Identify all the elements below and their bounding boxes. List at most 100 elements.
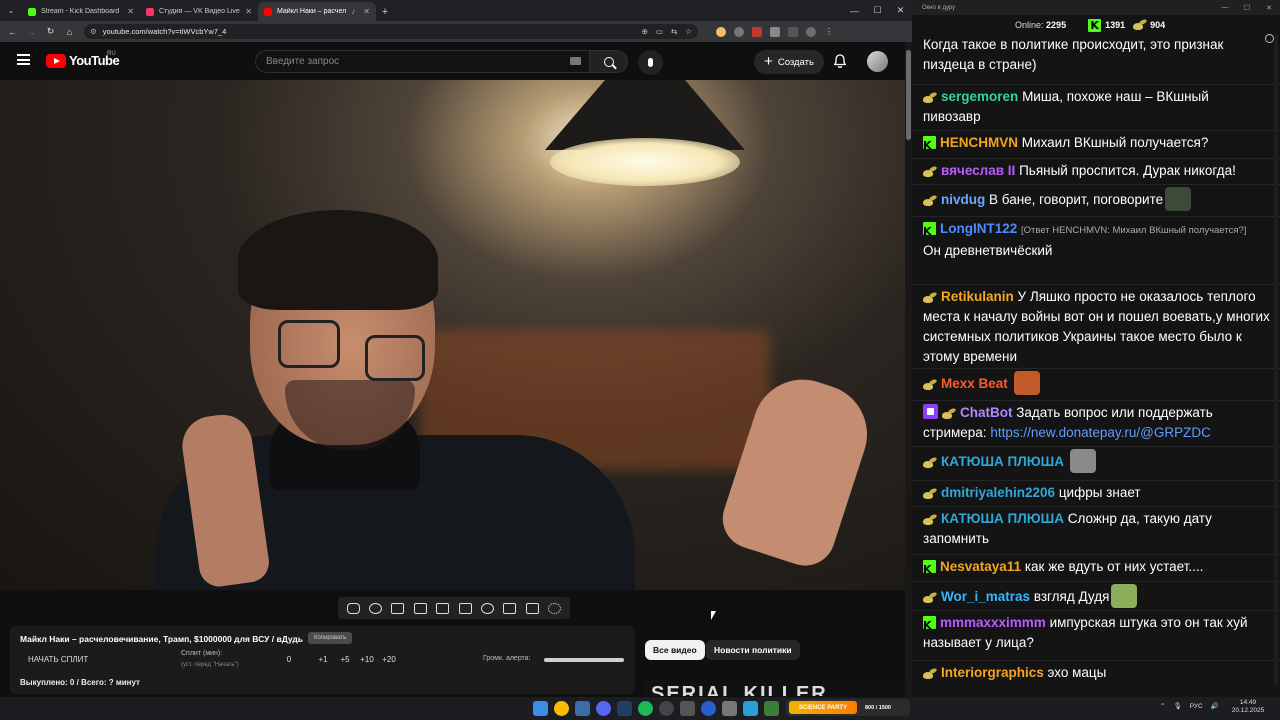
video-player[interactable] <box>0 80 905 590</box>
obs-icon[interactable] <box>659 701 674 716</box>
broadcast-icon[interactable] <box>369 602 383 614</box>
chat-username[interactable]: КАТЮША ПЛЮША <box>941 454 1064 469</box>
notifications-bell-icon[interactable] <box>833 54 847 68</box>
add-frame-icon[interactable] <box>503 602 517 614</box>
chat-username[interactable]: HENCHMVN <box>940 135 1018 150</box>
app-icon[interactable] <box>764 701 779 716</box>
clapper-icon[interactable] <box>413 602 427 614</box>
chat-username[interactable]: nivdug <box>941 192 985 207</box>
minimize-icon[interactable]: — <box>843 0 866 21</box>
tab-kick-dashboard[interactable]: Stream - Kick Dashboard ✕ <box>22 2 140 21</box>
translate-icon[interactable]: ⇆ <box>671 27 677 36</box>
speed-icon[interactable] <box>481 602 495 614</box>
chat-username[interactable]: вячеслав II <box>941 163 1015 178</box>
minimize-icon[interactable]: — <box>1214 4 1236 12</box>
new-tab-button[interactable]: + <box>376 2 394 21</box>
extension-icon[interactable] <box>752 26 762 37</box>
reply-reference[interactable]: [Ответ HENCHMVN: Михаил ВКшный получаетс… <box>1021 225 1246 236</box>
profile-icon[interactable] <box>806 26 816 37</box>
bookmark-star-icon[interactable]: ☆ <box>685 27 692 36</box>
hamburger-menu-icon[interactable] <box>17 54 30 65</box>
close-icon[interactable]: ✕ <box>363 7 370 16</box>
create-button[interactable]: + Создать <box>754 50 824 74</box>
close-window-icon[interactable]: ✕ <box>1258 4 1280 12</box>
chip-all-videos[interactable]: Все видео <box>645 640 705 660</box>
chat-username[interactable]: КАТЮША ПЛЮША <box>941 511 1064 526</box>
youtube-icon <box>264 7 272 16</box>
discord-icon[interactable] <box>596 701 611 716</box>
chat-username[interactable]: Mexx Beat <box>941 376 1008 391</box>
site-info-icon[interactable]: ⚙ <box>90 27 97 36</box>
tab-vk-studio[interactable]: Студия — VK Видео Live ✕ <box>140 2 258 21</box>
voice-search-button[interactable] <box>638 50 663 75</box>
settings-gear-icon[interactable] <box>548 602 562 614</box>
keyboard-icon[interactable] <box>570 57 581 65</box>
watch-icon[interactable] <box>391 602 405 614</box>
maximize-icon[interactable]: ☐ <box>866 0 889 21</box>
app-icon[interactable] <box>722 701 737 716</box>
close-window-icon[interactable]: ✕ <box>889 0 912 21</box>
speaker-icon[interactable]: ♪ <box>351 7 355 16</box>
split-add-button[interactable]: +1 <box>312 655 334 664</box>
download-icon[interactable] <box>788 26 798 37</box>
chat-username[interactable]: Wor_i_matras <box>941 589 1030 604</box>
picture-in-picture-icon[interactable] <box>436 602 450 614</box>
chat-username[interactable]: dmitriyalehin2206 <box>941 485 1055 500</box>
forward-icon[interactable]: → <box>23 23 40 40</box>
chat-username[interactable]: LongINT122 <box>940 221 1017 236</box>
chip-politics-news[interactable]: Новости политики <box>706 640 800 660</box>
spotify-icon[interactable] <box>638 701 653 716</box>
tab-search-icon[interactable]: ⌄ <box>0 0 22 21</box>
extension-icon[interactable] <box>734 26 744 37</box>
telegram-icon[interactable] <box>743 701 758 716</box>
chat-username[interactable]: Interiorgraphics <box>941 665 1044 680</box>
home-icon[interactable]: ⌂ <box>61 23 78 40</box>
cast-icon[interactable]: ▭ <box>656 27 663 36</box>
volume-icon[interactable]: 🔊 <box>1211 702 1219 710</box>
search-input[interactable]: Введите запрос <box>255 50 590 73</box>
start-split-button[interactable]: НАЧАТЬ СПЛИТ <box>28 655 88 664</box>
app-icon[interactable] <box>680 701 695 716</box>
zoom-icon[interactable]: ⊕ <box>642 27 648 36</box>
split-add-button[interactable]: +10 <box>356 655 378 664</box>
media-player-icon[interactable] <box>701 701 716 716</box>
chat-username[interactable]: sergemoren <box>941 89 1018 104</box>
language-indicator[interactable]: РУС <box>1190 703 1203 710</box>
copy-button[interactable]: Копировать <box>308 632 353 644</box>
split-add-button[interactable]: +5 <box>334 655 356 664</box>
close-icon[interactable]: ✕ <box>127 7 134 16</box>
cinema-mode-icon[interactable] <box>458 602 472 614</box>
donate-link[interactable]: https://new.donatepay.ru/@GRPZDC <box>990 425 1211 440</box>
chevron-up-icon[interactable]: ⌃ <box>1160 702 1165 710</box>
goose-badge-icon <box>923 669 937 679</box>
close-icon[interactable]: ✕ <box>245 7 252 16</box>
taskbar-promo-widget[interactable]: SCIENCE PARTY 800 / 1500 <box>786 699 910 716</box>
clock[interactable]: 14:49 20.12.2025 <box>1228 699 1268 715</box>
url-field[interactable]: ⚙ youtube.com/watch?v=tiWVcbYw7_4 ⊕ ▭ ⇆ … <box>84 24 698 39</box>
alert-volume-slider[interactable] <box>544 658 624 662</box>
tab-youtube-video[interactable]: Майкл Наки – расчеловечі ♪ ✕ <box>258 2 376 21</box>
page-scrollbar[interactable] <box>905 42 912 697</box>
menu-icon[interactable]: ⋮ <box>824 26 834 37</box>
chat-username[interactable]: Retikulanin <box>941 289 1014 304</box>
chat-scrollbar[interactable] <box>1274 35 1278 685</box>
extension-icon[interactable] <box>716 26 726 37</box>
puzzle-icon[interactable] <box>770 26 780 37</box>
reload-icon[interactable]: ↻ <box>42 23 59 40</box>
account-avatar[interactable] <box>867 51 888 72</box>
steam-icon[interactable] <box>617 701 632 716</box>
start-windows-icon[interactable] <box>533 701 548 716</box>
app-icon[interactable] <box>575 701 590 716</box>
back-icon[interactable]: ← <box>4 23 21 40</box>
loop-icon[interactable] <box>346 602 360 614</box>
chat-username[interactable]: mmmaxxximmm <box>940 615 1046 630</box>
maximize-icon[interactable]: ☐ <box>1236 4 1258 12</box>
chrome-icon[interactable] <box>554 701 569 716</box>
chat-username[interactable]: Nesvataya11 <box>940 559 1021 574</box>
recommended-thumbnail[interactable]: SERIAL KILLER <box>645 680 905 696</box>
split-add-button[interactable]: +20 <box>378 655 400 664</box>
chat-username[interactable]: ChatBot <box>960 405 1013 420</box>
mic-icon[interactable]: 🎙 <box>1173 702 1181 710</box>
search-button[interactable] <box>590 50 628 73</box>
screenshot-icon[interactable] <box>525 602 539 614</box>
